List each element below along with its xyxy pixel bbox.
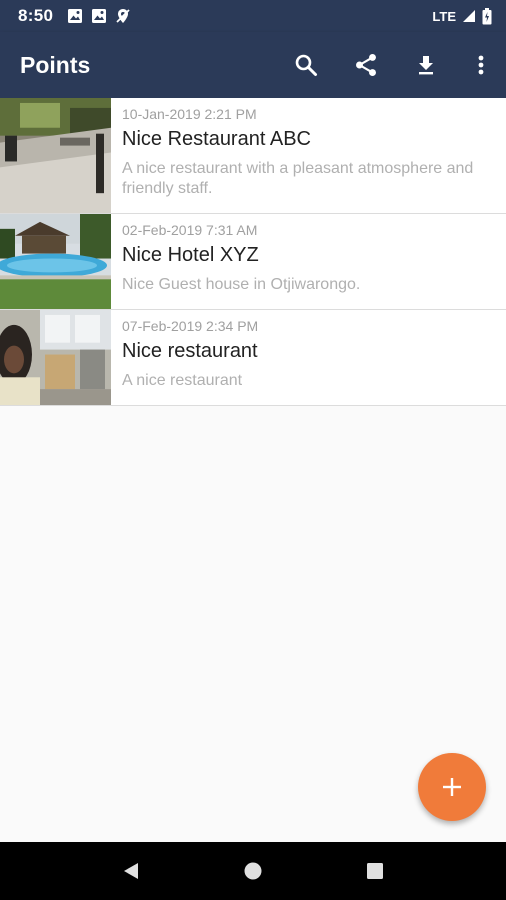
status-bar: 8:50 LTE xyxy=(0,0,506,32)
restaurant-photo xyxy=(0,98,111,213)
more-vert-icon xyxy=(478,55,484,75)
point-details: 02-Feb-2019 7:31 AM Nice Hotel XYZ Nice … xyxy=(111,214,506,309)
point-date: 07-Feb-2019 2:34 PM xyxy=(122,318,259,334)
download-icon xyxy=(419,56,433,75)
list-item[interactable]: 02-Feb-2019 7:31 AM Nice Hotel XYZ Nice … xyxy=(0,214,506,310)
photo-notification-icon xyxy=(68,9,83,23)
search-icon xyxy=(295,54,317,76)
point-title: Nice Restaurant ABC xyxy=(122,128,311,150)
location-off-icon xyxy=(116,9,130,23)
search-button[interactable] xyxy=(276,32,336,98)
status-icons-left xyxy=(67,8,131,24)
point-description: Nice Guest house in Otjiwarongo. xyxy=(122,276,361,293)
add-icon xyxy=(443,778,461,796)
status-icons-right: LTE xyxy=(432,7,492,25)
point-thumbnail xyxy=(0,310,111,405)
share-button[interactable] xyxy=(336,32,396,98)
photo-notification-icon xyxy=(92,9,107,23)
battery-icon xyxy=(482,7,492,24)
home-icon xyxy=(244,862,262,880)
points-list: 10-Jan-2019 2:21 PM Nice Restaurant ABC … xyxy=(0,98,506,406)
hotel-photo xyxy=(0,214,111,309)
point-title: Nice restaurant xyxy=(122,340,258,362)
point-date: 10-Jan-2019 2:21 PM xyxy=(122,106,257,122)
app-bar-actions xyxy=(276,32,506,98)
more-options-button[interactable] xyxy=(456,32,506,98)
recents-icon xyxy=(367,863,383,879)
point-thumbnail xyxy=(0,98,111,213)
app-bar: Points xyxy=(0,32,506,98)
back-icon xyxy=(124,863,138,879)
navigation-bar xyxy=(0,842,506,900)
point-description: A nice restaurant xyxy=(122,372,243,389)
recents-button[interactable] xyxy=(355,851,395,891)
point-details: 10-Jan-2019 2:21 PM Nice Restaurant ABC … xyxy=(111,98,506,213)
point-description: A nice restaurant with a pleasant atmosp… xyxy=(122,160,474,197)
download-button[interactable] xyxy=(396,32,456,98)
network-type: LTE xyxy=(432,8,456,24)
point-details: 07-Feb-2019 2:34 PM Nice restaurant A ni… xyxy=(111,310,506,405)
status-time: 8:50 xyxy=(18,6,54,25)
list-item[interactable]: 07-Feb-2019 2:34 PM Nice restaurant A ni… xyxy=(0,310,506,406)
back-button[interactable] xyxy=(111,851,151,891)
point-date: 02-Feb-2019 7:31 AM xyxy=(122,222,258,238)
point-thumbnail xyxy=(0,214,111,309)
page-title: Points xyxy=(20,51,91,78)
add-point-button[interactable] xyxy=(418,753,486,821)
point-title: Nice Hotel XYZ xyxy=(122,244,259,266)
restaurant-interior-photo xyxy=(0,310,111,405)
home-button[interactable] xyxy=(233,851,273,891)
list-item[interactable]: 10-Jan-2019 2:21 PM Nice Restaurant ABC … xyxy=(0,98,506,214)
signal-icon xyxy=(463,10,475,22)
share-icon xyxy=(356,53,376,77)
